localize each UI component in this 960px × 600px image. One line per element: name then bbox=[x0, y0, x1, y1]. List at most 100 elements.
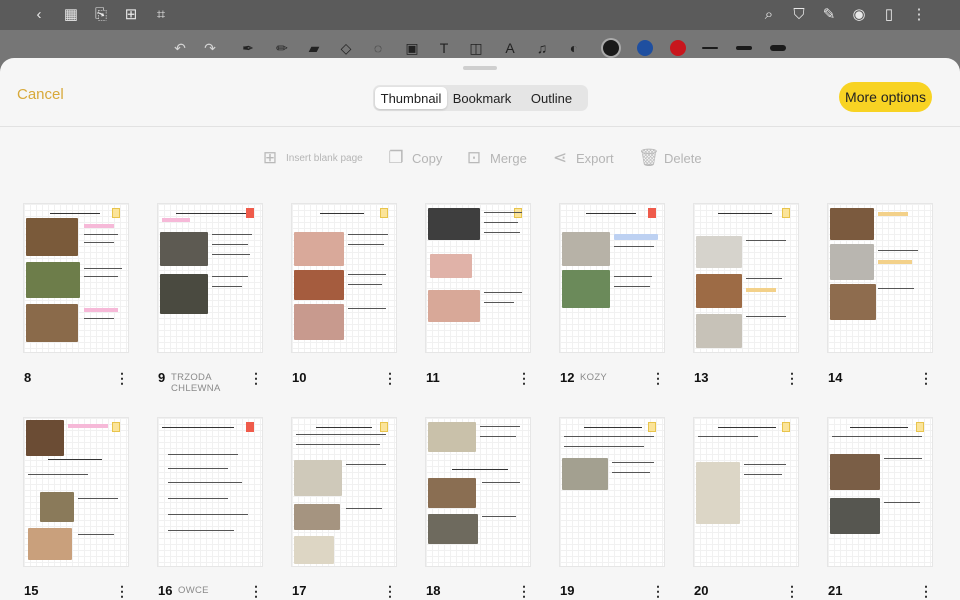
page-thumbnail-20[interactable] bbox=[694, 418, 798, 566]
merge-button[interactable]: ⊡ Merge bbox=[464, 148, 527, 168]
color-red-swatch[interactable] bbox=[670, 40, 686, 56]
page-thumbnail-8[interactable] bbox=[24, 204, 128, 352]
stroke-thin[interactable] bbox=[702, 47, 718, 49]
bookmark-marker bbox=[112, 208, 120, 218]
page-11-more-button[interactable]: ⋮ bbox=[517, 370, 531, 386]
brush-icon[interactable]: ✏ bbox=[272, 38, 292, 58]
page-10-more-button[interactable]: ⋮ bbox=[383, 370, 397, 386]
bookmark-marker bbox=[648, 422, 656, 432]
crop-icon[interactable]: ⌗ bbox=[152, 6, 170, 24]
page-thumbnail-13[interactable] bbox=[694, 204, 798, 352]
stroke-medium[interactable] bbox=[736, 46, 752, 50]
pen-icon[interactable]: ✒ bbox=[238, 38, 258, 58]
view-mode-segmented-control: Thumbnail Bookmark Outline bbox=[373, 85, 588, 111]
page-number: 17 bbox=[292, 583, 307, 598]
page-18-more-button[interactable]: ⋮ bbox=[517, 583, 531, 599]
bookmark-marker bbox=[514, 208, 522, 218]
page-actions-bar: ⊞ Insert blank page ❐ Copy ⊡ Merge ⋖ Exp… bbox=[0, 144, 960, 174]
highlighter-icon[interactable]: ▰ bbox=[304, 38, 324, 58]
eye-icon[interactable]: ◉ bbox=[850, 6, 868, 24]
page-12-more-button[interactable]: ⋮ bbox=[651, 370, 665, 386]
page-thumbnail-9[interactable] bbox=[158, 204, 262, 352]
delete-label: Delete bbox=[664, 150, 702, 166]
ocr-icon[interactable]: A bbox=[500, 38, 520, 58]
bookmark-marker bbox=[246, 208, 254, 218]
search-icon[interactable]: ⌕ bbox=[760, 6, 778, 24]
page-label: TRZODA CHLEWNA bbox=[171, 372, 221, 394]
export-button[interactable]: ⋖ Export bbox=[550, 148, 614, 168]
tab-outline[interactable]: Outline bbox=[517, 87, 586, 109]
text-icon[interactable]: T bbox=[434, 38, 454, 58]
page-9-more-button[interactable]: ⋮ bbox=[249, 370, 263, 386]
page-14-more-button[interactable]: ⋮ bbox=[919, 370, 933, 386]
share-icon: ⋖ bbox=[552, 148, 568, 167]
copy-icon: ❐ bbox=[388, 148, 404, 167]
color-blue-swatch[interactable] bbox=[637, 40, 653, 56]
redo-icon[interactable]: ↷ bbox=[200, 38, 220, 58]
bookmark-marker bbox=[380, 422, 388, 432]
page-21-more-button[interactable]: ⋮ bbox=[919, 583, 933, 599]
page-15-more-button[interactable]: ⋮ bbox=[115, 583, 129, 599]
merge-icon: ⊡ bbox=[466, 148, 482, 167]
shape-icon[interactable]: ◫ bbox=[466, 38, 486, 58]
sticker-icon[interactable]: ◐ bbox=[564, 38, 584, 58]
page-19-more-button[interactable]: ⋮ bbox=[651, 583, 665, 599]
page-thumbnail-16[interactable] bbox=[158, 418, 262, 566]
page-number: 18 bbox=[426, 583, 441, 598]
page-number: 10 bbox=[292, 370, 307, 385]
page-17-more-button[interactable]: ⋮ bbox=[383, 583, 397, 599]
bookmark-marker bbox=[782, 208, 790, 218]
page-thumbnail-10[interactable] bbox=[292, 204, 396, 352]
pen-edit-icon[interactable]: ✎ bbox=[820, 6, 838, 24]
bookmark-marker bbox=[782, 422, 790, 432]
page-thumbnail-14[interactable] bbox=[828, 204, 932, 352]
page-16-more-button[interactable]: ⋮ bbox=[249, 583, 263, 599]
stroke-thick[interactable] bbox=[770, 45, 786, 51]
page-number: 16 bbox=[158, 583, 173, 598]
bookmark-marker bbox=[648, 208, 656, 218]
page-8-more-button[interactable]: ⋮ bbox=[115, 370, 129, 386]
add-page-icon[interactable]: ⊞ bbox=[122, 6, 140, 24]
page-thumbnail-17[interactable] bbox=[292, 418, 396, 566]
undo-icon[interactable]: ↶ bbox=[170, 38, 190, 58]
page-thumbnail-11[interactable] bbox=[426, 204, 530, 352]
page-20-more-button[interactable]: ⋮ bbox=[785, 583, 799, 599]
insert-blank-page-button[interactable]: ⊞ Insert blank page bbox=[260, 148, 363, 168]
color-black-swatch[interactable] bbox=[603, 40, 619, 56]
page-thumbnail-15[interactable] bbox=[24, 418, 128, 566]
bookmark-icon[interactable]: ⎘ bbox=[92, 6, 110, 24]
page-thumbnail-12[interactable] bbox=[560, 204, 664, 352]
grid-icon[interactable]: ▦ bbox=[62, 6, 80, 24]
page-thumbnail-18[interactable] bbox=[426, 418, 530, 566]
back-icon[interactable]: ‹ bbox=[30, 6, 48, 24]
page-thumbnail-19[interactable] bbox=[560, 418, 664, 566]
bookmark-marker bbox=[246, 422, 254, 432]
tab-thumbnail[interactable]: Thumbnail bbox=[375, 87, 447, 109]
page-manager-sheet: Cancel Thumbnail Bookmark Outline More o… bbox=[0, 58, 960, 600]
page-13-more-button[interactable]: ⋮ bbox=[785, 370, 799, 386]
page-number: 19 bbox=[560, 583, 575, 598]
shirt-icon[interactable]: ⛉ bbox=[790, 6, 808, 24]
mic-icon[interactable]: ♫ bbox=[532, 38, 552, 58]
reader-icon[interactable]: ▯ bbox=[880, 6, 898, 24]
delete-button[interactable]: 🗑 Delete bbox=[638, 148, 702, 168]
page-number: 12 bbox=[560, 370, 575, 385]
page-label: KOZY bbox=[580, 372, 608, 383]
cancel-button[interactable]: Cancel bbox=[17, 86, 64, 103]
insert-page-icon: ⊞ bbox=[262, 148, 278, 167]
more-vertical-icon[interactable]: ⋮ bbox=[910, 6, 928, 24]
page-thumbnail-21[interactable] bbox=[828, 418, 932, 566]
page-number: 14 bbox=[828, 370, 843, 385]
page-number: 20 bbox=[694, 583, 709, 598]
trash-icon: 🗑 bbox=[638, 148, 660, 167]
more-options-button[interactable]: More options bbox=[839, 82, 932, 112]
tab-bookmark[interactable]: Bookmark bbox=[447, 87, 517, 109]
image-icon[interactable]: ▣ bbox=[402, 38, 422, 58]
sheet-grabber[interactable] bbox=[463, 66, 497, 70]
copy-button[interactable]: ❐ Copy bbox=[386, 148, 442, 168]
copy-label: Copy bbox=[412, 150, 443, 166]
lasso-icon[interactable]: ◌ bbox=[368, 38, 388, 58]
page-number: 21 bbox=[828, 583, 843, 598]
eraser-icon[interactable]: ◇ bbox=[336, 38, 356, 58]
merge-label: Merge bbox=[490, 150, 527, 166]
